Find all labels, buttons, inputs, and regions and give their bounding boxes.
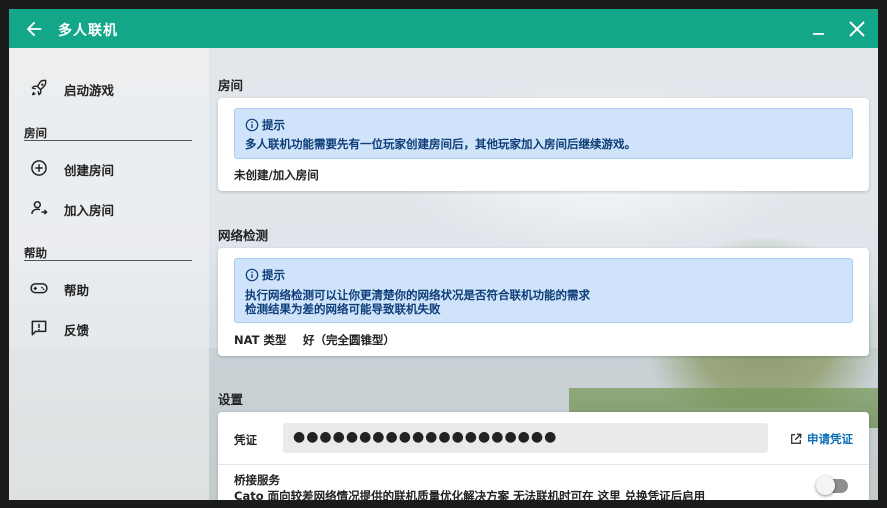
minimize-icon[interactable] [810, 21, 828, 39]
room-hint-box: 提示 多人联机功能需要先有一位玩家创建房间后，其他玩家加入房间后继续游戏。 [234, 108, 853, 159]
hint-title: 提示 [262, 118, 285, 132]
close-icon[interactable] [847, 19, 867, 39]
network-hint-box: 提示 执行网络检测可以让你更清楚你的网络状况是否符合联机功能的需求 检测结果为差… [234, 258, 853, 323]
section-title-room: 房间 [218, 78, 244, 93]
sidebar-item-feedback[interactable]: 反馈 [9, 310, 209, 346]
sidebar-item-label: 帮助 [64, 283, 90, 298]
credential-masked-value: ●●●●●●●●●●●●●●●●●●●● [293, 429, 558, 445]
toggle-knob [816, 476, 835, 495]
feedback-icon [31, 320, 47, 336]
hint-header: 提示 [245, 267, 285, 283]
hint-text: 多人联机功能需要先有一位玩家创建房间后，其他玩家加入房间后继续游戏。 [245, 137, 636, 151]
apply-credential-link[interactable]: 申请凭证 [790, 431, 853, 447]
room-status: 未创建/加入房间 [234, 168, 319, 182]
external-link-icon [791, 433, 802, 444]
sidebar-item-label: 加入房间 [64, 203, 115, 218]
credential-input[interactable]: ●●●●●●●●●●●●●●●●●●●● [283, 423, 768, 453]
hint-title: 提示 [262, 268, 285, 282]
gamepad-icon [30, 283, 48, 294]
hint-text-line2: 检测结果为差的网络可能导致联机失败 [245, 302, 441, 316]
row-divider [218, 464, 869, 465]
section-title-network: 网络检测 [218, 228, 269, 243]
back-arrow-icon[interactable] [23, 18, 45, 40]
info-icon [245, 118, 259, 132]
nat-type-value: 好（完全圆锥型） [303, 333, 395, 347]
sidebar-item-label: 创建房间 [64, 163, 115, 178]
join-user-icon [31, 201, 48, 215]
settings-card: 凭证 ●●●●●●●●●●●●●●●●●●●● 申请凭证 桥接服务 Cato 面… [218, 412, 869, 500]
section-header-room: 房间 [24, 126, 47, 140]
app-window: 多人联机 启动游戏 房间 创建房间 加入房间 帮助 帮助 反馈 房间 提示 多人… [9, 9, 878, 500]
sidebar-item-label: 启动游戏 [64, 83, 115, 98]
sidebar-item-help[interactable]: 帮助 [9, 270, 209, 306]
sidebar-item-create-room[interactable]: 创建房间 [9, 150, 209, 186]
title-bar: 多人联机 [9, 9, 878, 48]
sidebar-item-launch-game[interactable]: 启动游戏 [9, 70, 209, 106]
section-divider [24, 260, 192, 261]
room-card: 提示 多人联机功能需要先有一位玩家创建房间后，其他玩家加入房间后继续游戏。 未创… [218, 98, 869, 191]
section-title-settings: 设置 [218, 392, 244, 407]
rocket-icon [31, 79, 47, 96]
credential-label: 凭证 [234, 433, 257, 447]
apply-credential-label: 申请凭证 [807, 432, 853, 446]
info-icon [245, 268, 259, 282]
sidebar-item-join-room[interactable]: 加入房间 [9, 190, 209, 226]
main-content: 房间 提示 多人联机功能需要先有一位玩家创建房间后，其他玩家加入房间后继续游戏。… [209, 48, 878, 500]
bridge-service-toggle[interactable] [816, 476, 848, 495]
window-title: 多人联机 [58, 23, 118, 39]
bridge-service-title: 桥接服务 [234, 473, 280, 487]
sidebar: 启动游戏 房间 创建房间 加入房间 帮助 帮助 反馈 [9, 48, 209, 500]
section-header-help: 帮助 [24, 246, 47, 260]
add-circle-icon [31, 160, 47, 176]
section-divider [24, 140, 192, 141]
network-card: 提示 执行网络检测可以让你更清楚你的网络状况是否符合联机功能的需求 检测结果为差… [218, 248, 869, 356]
sidebar-item-label: 反馈 [64, 323, 90, 338]
nat-type-label: NAT 类型 [234, 333, 287, 347]
bridge-service-description: Cato 面向较差网络情况提供的联机质量优化解决方案 无法联机时可在 这里 兑换… [234, 489, 706, 500]
hint-header: 提示 [245, 117, 285, 133]
